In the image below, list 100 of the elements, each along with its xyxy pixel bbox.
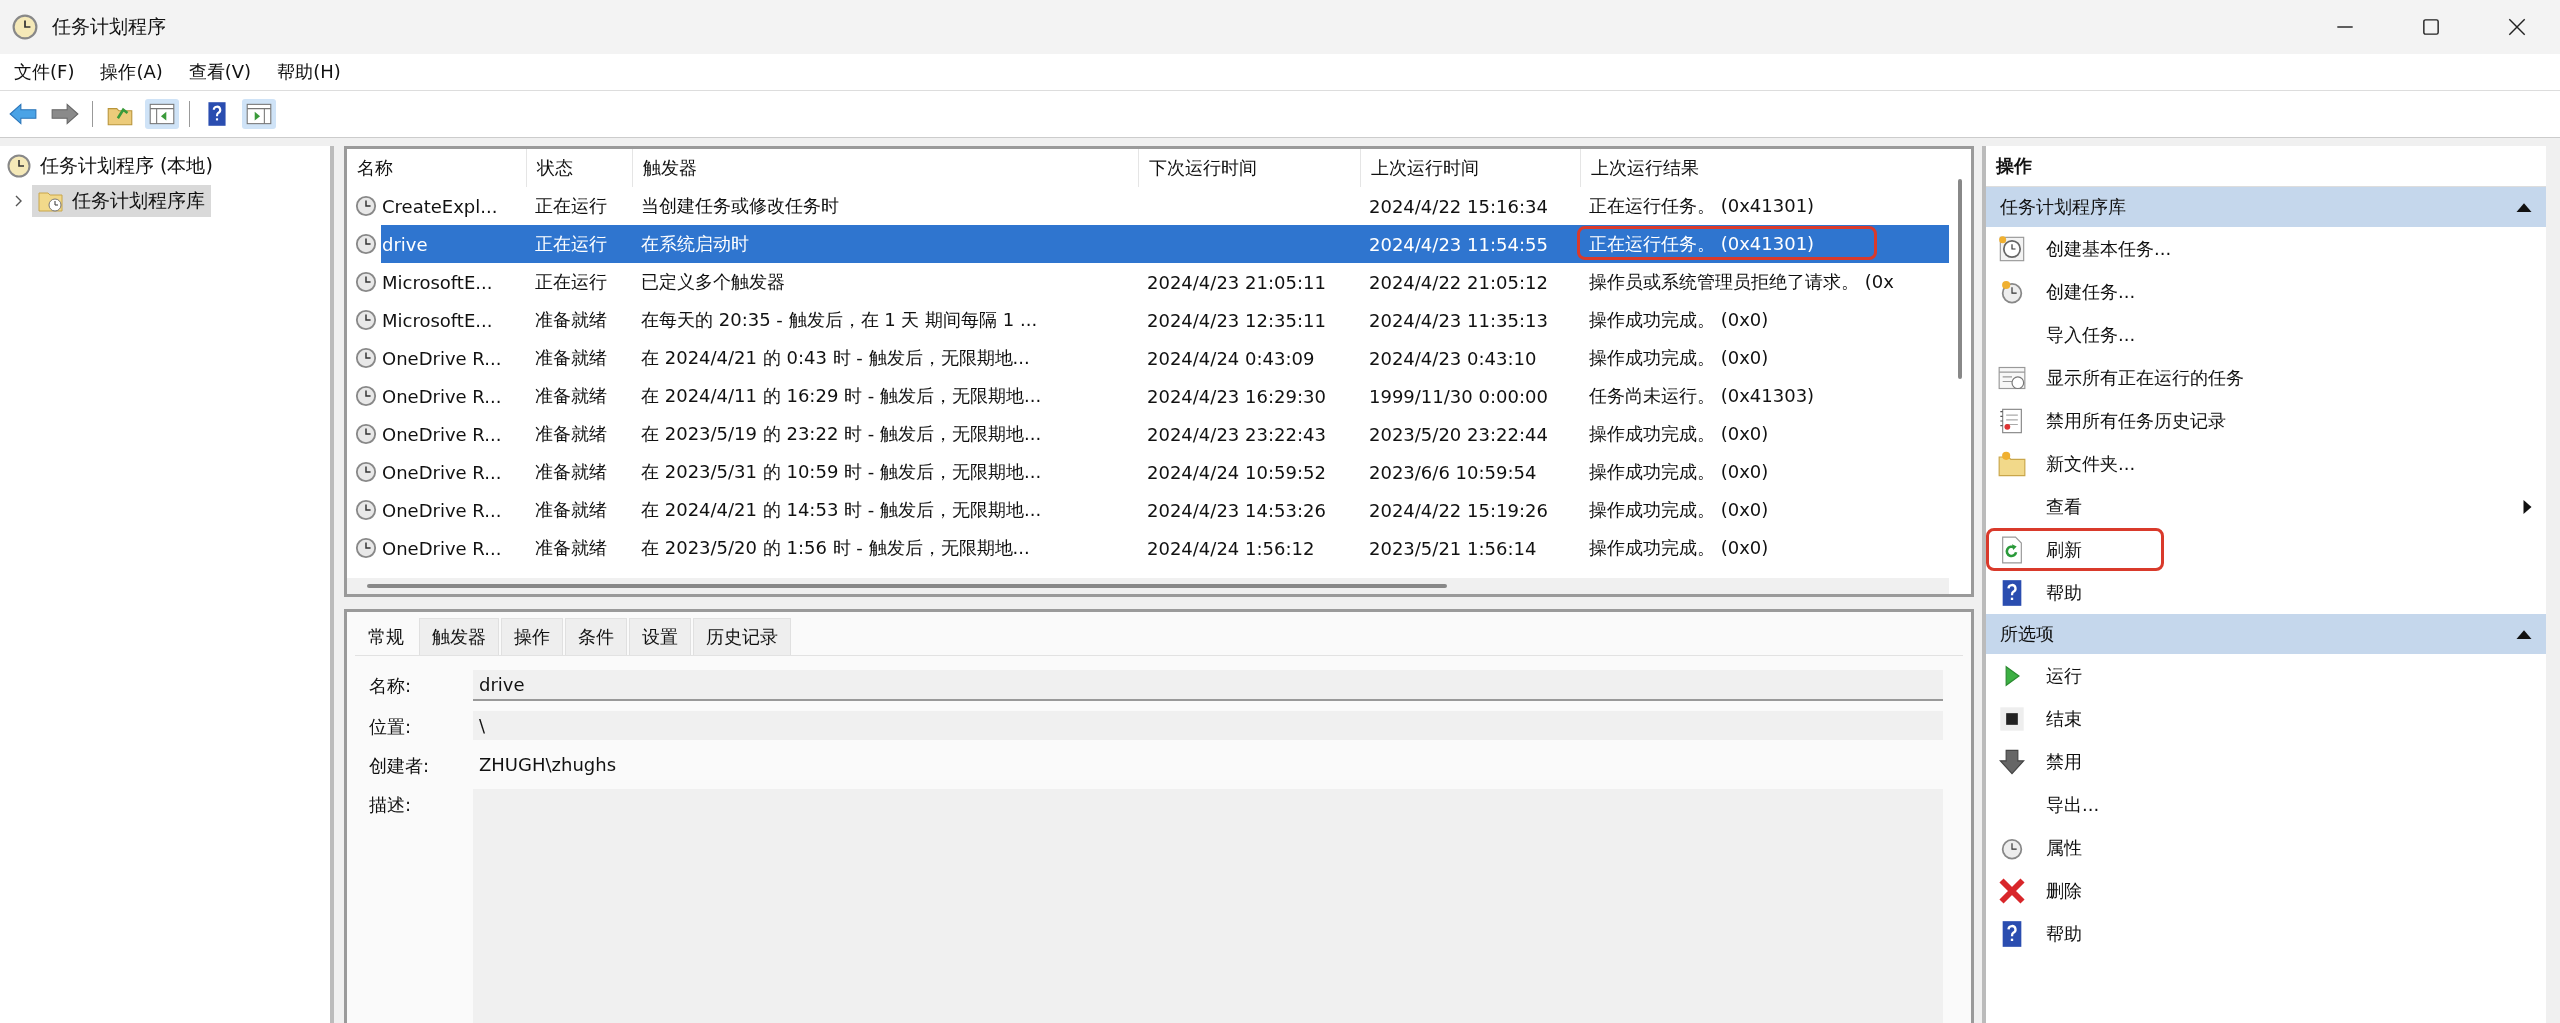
table-cell: 2023/5/20 23:22:44: [1369, 423, 1548, 445]
clock-icon: [355, 385, 377, 407]
table-cell: 2023/5/21 1:56:14: [1369, 537, 1537, 559]
table-cell: 2024/4/23 11:54:55: [1369, 233, 1548, 255]
action-item[interactable]: 创建任务...: [2046, 279, 2136, 304]
table-cell: 准备就绪: [535, 422, 607, 446]
table-cell: 2024/4/23 11:35:13: [1369, 309, 1548, 331]
clock-icon: [355, 347, 377, 369]
clock-icon: [6, 154, 32, 178]
delete-icon: [1998, 876, 2026, 905]
table-cell: 准备就绪: [535, 308, 607, 332]
action-item[interactable]: 导入任务...: [2046, 322, 2136, 347]
table-cell: 在 2024/4/21 的 0:43 时 - 触发后，无限期地...: [641, 346, 1030, 370]
table-cell: 2024/4/23 0:43:10: [1369, 347, 1537, 369]
action-item[interactable]: 结束: [2046, 706, 2082, 731]
table-cell: 操作成功完成。 (0x0): [1589, 422, 1769, 446]
maximize-icon[interactable]: [2420, 16, 2442, 38]
table-cell: 已定义多个触发器: [641, 270, 785, 294]
menu-item[interactable]: 操作(A): [100, 60, 163, 84]
table-cell: 准备就绪: [535, 498, 607, 522]
tab[interactable]: 触发器: [419, 618, 499, 655]
scrollbar[interactable]: [347, 578, 1949, 594]
close-icon[interactable]: [2506, 16, 2528, 38]
section-header[interactable]: 所选项: [1986, 614, 2546, 654]
action-item[interactable]: 创建基本任务...: [2046, 236, 2172, 261]
action-item[interactable]: 运行: [2046, 663, 2082, 688]
table-cell: OneDrive R...: [382, 347, 502, 369]
action-item[interactable]: 帮助: [2046, 580, 2082, 605]
column-header[interactable]: 名称: [347, 149, 527, 187]
column-header[interactable]: 上次运行时间: [1361, 149, 1581, 187]
field-label: 创建者:: [369, 754, 431, 778]
action-item[interactable]: 删除: [2046, 878, 2082, 903]
field-label: 位置:: [369, 715, 413, 739]
clock-icon: [12, 14, 38, 40]
action-item[interactable]: 显示所有正在运行的任务: [2046, 365, 2244, 390]
table-cell: 在 2024/4/21 的 14:53 时 - 触发后，无限期地...: [641, 498, 1042, 522]
name-field[interactable]: drive: [473, 670, 1943, 701]
table-cell: 在 2024/4/11 的 16:29 时 - 触发后，无限期地...: [641, 384, 1042, 408]
action-item[interactable]: 新文件夹...: [2046, 451, 2136, 476]
action-item[interactable]: 帮助: [2046, 921, 2082, 946]
pane-toggle-icon[interactable]: [242, 99, 276, 129]
field-label: 描述:: [369, 793, 413, 817]
table-cell: 当创建任务或修改任务时: [641, 194, 839, 218]
table-cell: 2023/6/6 10:59:54: [1369, 461, 1537, 483]
folder-clock-icon: [38, 189, 64, 213]
table-cell: 正在运行任务。 (0x41301): [1589, 194, 1815, 218]
table-cell: 准备就绪: [535, 460, 607, 484]
action-item[interactable]: 查看: [2046, 494, 2082, 519]
window-title: 任务计划程序: [52, 14, 166, 39]
action-item[interactable]: 禁用所有任务历史记录: [2046, 408, 2226, 433]
chevron-icon[interactable]: [14, 194, 24, 208]
table-cell: 2024/4/24 1:56:12: [1147, 537, 1315, 559]
column-header[interactable]: 状态: [527, 149, 633, 187]
clock-icon: [355, 195, 377, 217]
menu-item[interactable]: 帮助(H): [277, 60, 341, 84]
clock-icon: [355, 309, 377, 331]
action-item[interactable]: 导出...: [2046, 792, 2100, 817]
table-cell: 2024/4/23 23:22:43: [1147, 423, 1326, 445]
table-cell: 正在运行任务。 (0x41301): [1589, 232, 1815, 256]
clock-icon: [355, 461, 377, 483]
table-cell: 操作员或系统管理员拒绝了请求。 (0x: [1589, 270, 1894, 294]
tree-item[interactable]: 任务计划程序 (本地): [40, 153, 213, 179]
table-cell: 在 2023/5/20 的 1:56 时 - 触发后，无限期地...: [641, 536, 1030, 560]
action-item[interactable]: 刷新: [2046, 537, 2082, 562]
table-cell: 2024/4/23 14:53:26: [1147, 499, 1326, 521]
clock-icon: [355, 423, 377, 445]
collapse-icon[interactable]: [2516, 629, 2532, 639]
table-cell: 2024/4/24 0:43:09: [1147, 347, 1315, 369]
pane-toggle-icon[interactable]: [145, 99, 179, 129]
collapse-icon[interactable]: [2516, 202, 2532, 212]
tab[interactable]: 历史记录: [693, 618, 791, 655]
column-header[interactable]: 下次运行时间: [1139, 149, 1361, 187]
table-cell: OneDrive R...: [382, 423, 502, 445]
tab[interactable]: 设置: [629, 618, 691, 655]
tab[interactable]: 条件: [565, 618, 627, 655]
table-cell: 2024/4/22 21:05:12: [1369, 271, 1548, 293]
table-cell: 在 2023/5/31 的 10:59 时 - 触发后，无限期地...: [641, 460, 1042, 484]
tab[interactable]: 操作: [501, 618, 563, 655]
clock-icon: [355, 271, 377, 293]
tree-item[interactable]: 任务计划程序库: [32, 185, 211, 217]
menu-item[interactable]: 查看(V): [188, 60, 252, 84]
table-cell: 准备就绪: [535, 384, 607, 408]
action-item[interactable]: 禁用: [2046, 749, 2082, 774]
field-label: 名称:: [369, 674, 413, 698]
column-header[interactable]: 触发器: [633, 149, 1139, 187]
table-cell: 在系统启动时: [641, 232, 749, 256]
location-field[interactable]: \: [473, 711, 1943, 740]
table-cell: 正在运行: [535, 194, 607, 218]
table-cell: 2024/4/23 16:29:30: [1147, 385, 1326, 407]
author-field[interactable]: ZHUGH\zhughs: [473, 750, 1943, 779]
section-header[interactable]: 任务计划程序库: [1986, 187, 2546, 227]
table-cell: 2024/4/23 21:05:11: [1147, 271, 1326, 293]
action-item[interactable]: 属性: [2046, 835, 2082, 860]
table-cell: drive: [382, 233, 428, 255]
menu-item[interactable]: 文件(F): [14, 60, 75, 84]
table-cell: 正在运行: [535, 270, 607, 294]
table-cell: 操作成功完成。 (0x0): [1589, 460, 1769, 484]
table-cell: 准备就绪: [535, 346, 607, 370]
stop-icon: [1998, 704, 2026, 733]
clock-icon: [1998, 234, 2026, 263]
